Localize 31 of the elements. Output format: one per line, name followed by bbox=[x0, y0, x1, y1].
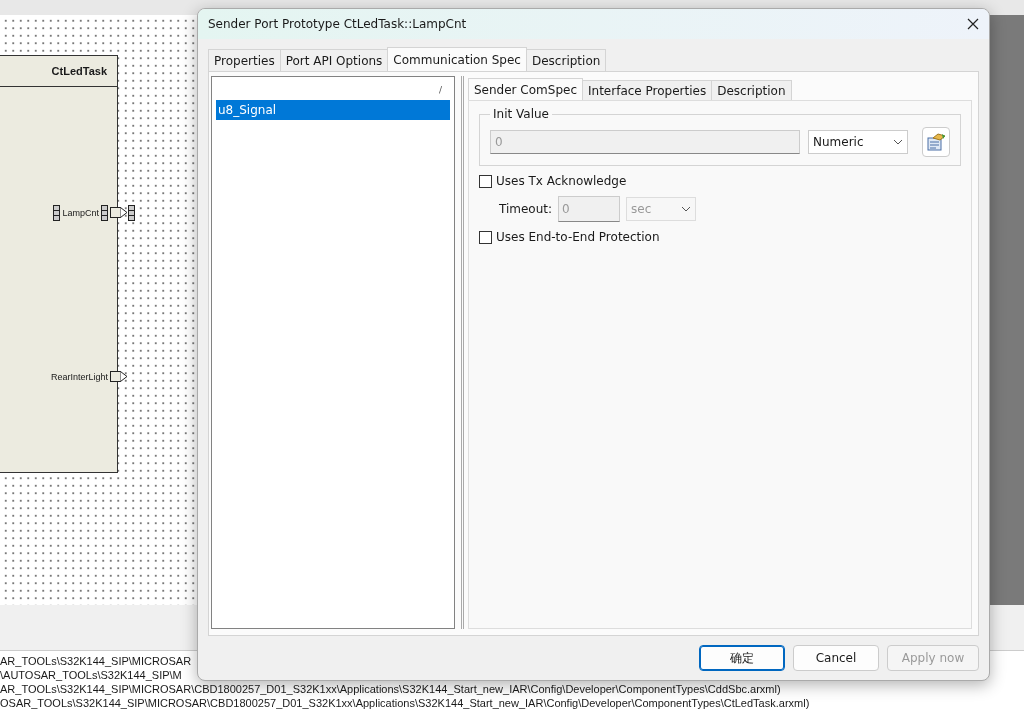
dialog-button[interactable]: 确定 bbox=[699, 645, 785, 671]
tab[interactable]: Sender ComSpec bbox=[468, 78, 583, 100]
tab[interactable]: Properties bbox=[208, 49, 281, 71]
dialog-button[interactable]: Cancel bbox=[793, 645, 879, 671]
component-title: CtLedTask bbox=[0, 56, 117, 87]
port-interface-icon bbox=[53, 205, 61, 221]
close-icon[interactable] bbox=[967, 18, 979, 30]
tab[interactable]: Description bbox=[711, 80, 792, 100]
log-line: \AUTOSAR_TOOLs\S32K144_SIP\M bbox=[0, 668, 182, 682]
edit-form-icon bbox=[926, 133, 946, 151]
caret-icon bbox=[681, 206, 692, 212]
port-label: RearInterLight bbox=[50, 372, 108, 382]
list-header: / bbox=[437, 84, 443, 97]
port-interface-icon bbox=[101, 205, 108, 221]
tab[interactable]: Description bbox=[526, 49, 607, 71]
checkbox-label: Uses Tx Acknowledge bbox=[496, 174, 627, 188]
port-label: LampCnt bbox=[62, 208, 99, 218]
caret-icon bbox=[893, 139, 903, 145]
log-line: OSAR_TOOLs\S32K144_SIP\MICROSAR\CBD1800257_D01_S32K1xx\Applications\S32K144_Start_new_IAR\Config\Developer\ComponentTypes\CtLedTask.arxml) bbox=[0, 696, 810, 710]
checkbox[interactable] bbox=[479, 230, 492, 244]
tab[interactable]: Communication Spec bbox=[387, 47, 527, 71]
log-line: AR_TOOLs\S32K144_SIP\MICROSAR\CBD1800257_D01_S32K1xx\Applications\S32K144_Start_new_IAR\Config\Developer\ComponentTypes\CddSbc.arxml) bbox=[0, 682, 781, 696]
tab[interactable]: Interface Properties bbox=[582, 80, 713, 100]
list-item[interactable]: u8_Signal bbox=[216, 100, 450, 120]
log-line: AR_TOOLs\S32K144_SIP\MICROSAR bbox=[0, 654, 192, 668]
editor-button[interactable] bbox=[922, 127, 950, 157]
tab[interactable]: Port API Options bbox=[279, 49, 389, 71]
field-label: Timeout: bbox=[499, 202, 553, 216]
checkbox-label: Uses End-to-End Protection bbox=[496, 230, 660, 244]
window-title: Sender Port Prototype CtLedTask::LampCnt bbox=[208, 17, 467, 31]
group-label: Init Value bbox=[492, 107, 550, 121]
